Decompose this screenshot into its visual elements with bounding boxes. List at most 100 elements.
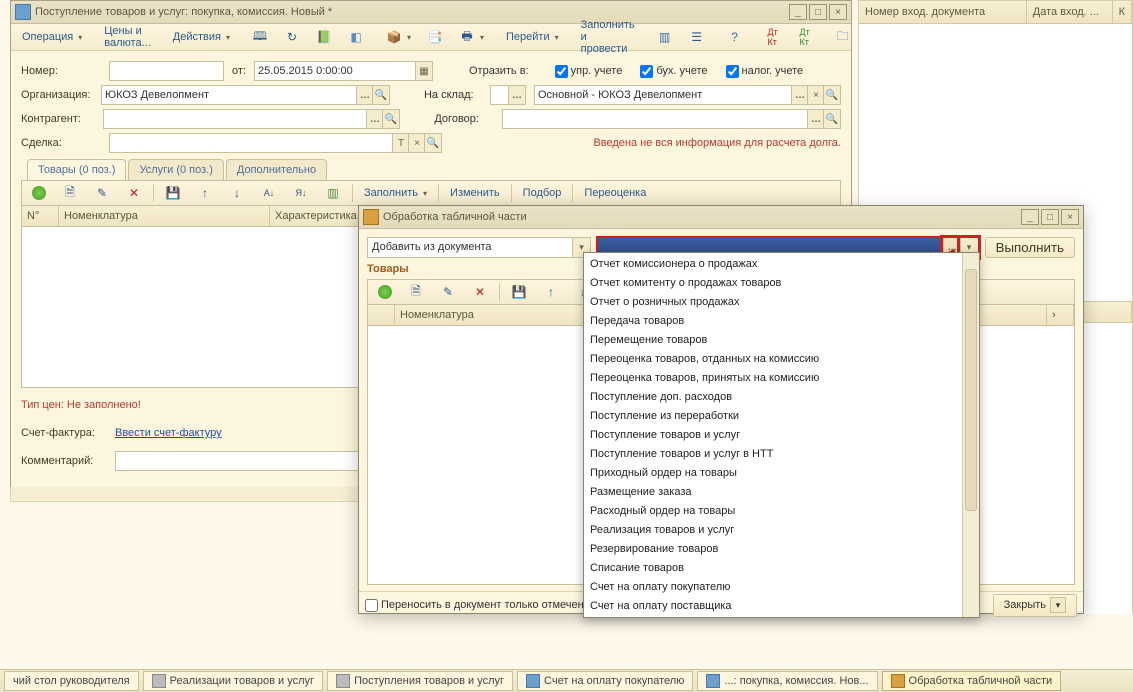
edit-row-icon[interactable]: ✎ — [87, 182, 117, 204]
move-down-icon[interactable]: ↓ — [222, 182, 252, 204]
execute-button[interactable]: Выполнить — [985, 237, 1075, 258]
help-icon[interactable]: ? — [720, 26, 750, 48]
mgmt-checkbox[interactable]: упр. учете — [555, 65, 623, 78]
dropdown-item[interactable]: Поступление доп. расходов — [584, 387, 979, 406]
dropdown-item[interactable]: Перемещение товаров — [584, 330, 979, 349]
popup-edit-icon[interactable]: ✎ — [433, 281, 463, 303]
popup-minimize-button[interactable]: _ — [1021, 209, 1039, 225]
dropdown-item[interactable]: Расходный ордер на товары — [584, 501, 979, 520]
dropdown-item[interactable]: Резервирование товаров — [584, 539, 979, 558]
dt-kt-green-icon[interactable]: ДтКт — [790, 26, 820, 48]
warehouse-select-icon[interactable]: … — [791, 86, 808, 104]
warehouse-picker[interactable]: … — [490, 85, 526, 105]
dropdown-item[interactable]: Отчет о розничных продажах — [584, 292, 979, 311]
deal-open-icon[interactable]: 🔍 — [424, 134, 441, 152]
movements-icon[interactable]: 📑 — [420, 26, 450, 48]
based-on-icon[interactable]: 📦 — [379, 26, 418, 48]
dropdown-item[interactable]: Списание товаров — [584, 558, 979, 577]
add-row-icon[interactable] — [25, 182, 53, 204]
fill-and-post-button[interactable]: Заполнить и провести — [574, 26, 642, 48]
popup-close-button[interactable]: × — [1061, 209, 1079, 225]
dropdown-item[interactable]: Отчет комиссионера о продажах — [584, 254, 979, 273]
dropdown-item[interactable]: Размещение заказа — [584, 482, 979, 501]
dropdown-item[interactable]: Переоценка товаров, принятых на комиссию — [584, 368, 979, 387]
popup-close-action[interactable]: Закрыть ▾ — [993, 594, 1077, 617]
scan-icon[interactable]: ▥ — [318, 182, 348, 204]
document-type-dropdown[interactable]: Отчет комиссионера о продажахОтчет комит… — [583, 252, 980, 618]
popup-col-check[interactable] — [368, 305, 395, 325]
col-num[interactable]: N° — [22, 206, 59, 226]
dropdown-item[interactable]: Поступление из переработки — [584, 406, 979, 425]
right-col-date[interactable]: Дата вход. ... — [1027, 1, 1113, 23]
repost-icon[interactable]: ↻ — [277, 26, 307, 48]
dropdown-item[interactable]: Счет на оплату покупателю — [584, 577, 979, 596]
print-icon[interactable]: 🖶 — [452, 26, 491, 48]
fill-menu[interactable]: Заполнить — [357, 182, 434, 204]
warehouse-open-icon[interactable]: 🔍 — [823, 86, 840, 104]
right-col-k[interactable]: К — [1113, 1, 1132, 23]
move-up-icon[interactable]: ↑ — [190, 182, 220, 204]
maximize-button[interactable]: □ — [809, 4, 827, 20]
dt-kt-red-icon[interactable]: ДтКт — [758, 26, 788, 48]
post-icon[interactable]: 🕮 — [245, 26, 275, 48]
dropdown-item[interactable]: Отчет комитенту о продажах товаров — [584, 273, 979, 292]
org-select-icon[interactable]: … — [356, 86, 373, 104]
task-item-popup[interactable]: Обработка табличной части — [882, 671, 1062, 691]
popup-col-end[interactable]: › — [1047, 305, 1074, 325]
goto-menu[interactable]: Перейти — [499, 26, 566, 48]
dropdown-item[interactable]: Чек ККМ — [584, 615, 979, 618]
dropdown-item[interactable]: Поступление товаров и услуг — [584, 425, 979, 444]
contractor-open-icon[interactable]: 🔍 — [382, 110, 399, 128]
tab-extra[interactable]: Дополнительно — [226, 159, 327, 180]
popup-save-icon[interactable]: 💾 — [504, 281, 534, 303]
struct-icon[interactable]: ◧ — [341, 26, 371, 48]
org-open-icon[interactable]: 🔍 — [372, 86, 389, 104]
contract-input[interactable]: … 🔍 — [502, 109, 841, 129]
col-nomen[interactable]: Номенклатура — [59, 206, 270, 226]
tax-checkbox[interactable]: налог. учете — [726, 65, 804, 78]
warehouse-dots-icon[interactable]: … — [508, 86, 525, 104]
calendar-icon[interactable]: ▦ — [415, 62, 432, 80]
right-col-docnum[interactable]: Номер вход. документа — [859, 1, 1027, 23]
close-button[interactable]: × — [829, 4, 847, 20]
save-rows-icon[interactable]: 💾 — [158, 182, 188, 204]
popup-maximize-button[interactable]: □ — [1041, 209, 1059, 225]
deal-clear-icon[interactable]: × — [408, 134, 425, 152]
dropdown-item[interactable]: Приходный ордер на товары — [584, 463, 979, 482]
tab-services[interactable]: Услуги (0 поз.) — [128, 159, 223, 180]
operation-menu[interactable]: Операция — [15, 26, 89, 48]
transfer-checkbox[interactable]: Переносить в документ только отмечен — [365, 599, 584, 612]
delete-row-icon[interactable]: ✕ — [119, 182, 149, 204]
task-item-postup[interactable]: Поступления товаров и услуг — [327, 671, 513, 691]
org-input[interactable]: ЮКОЗ Девелопмент … 🔍 — [101, 85, 390, 105]
sort-desc-icon[interactable]: Я↓ — [286, 182, 316, 204]
task-item-realiz[interactable]: Реализации товаров и услуг — [143, 671, 323, 691]
contract-select-icon[interactable]: … — [807, 110, 824, 128]
files-icon[interactable]: 🗀 — [828, 26, 858, 48]
actions-menu[interactable]: Действия — [166, 26, 237, 48]
prices-currency-button[interactable]: Цены и валюта... — [97, 26, 157, 48]
dropdown-item[interactable]: Реализация товаров и услуг — [584, 520, 979, 539]
dropdown-scrollbar[interactable] — [962, 253, 979, 617]
change-button[interactable]: Изменить — [443, 182, 507, 204]
task-item-desk[interactable]: чий стол руководителя — [4, 671, 139, 691]
minimize-button[interactable]: _ — [789, 4, 807, 20]
date-input[interactable]: 25.05.2015 0:00:00 ▦ — [254, 61, 433, 81]
warehouse-clear-icon[interactable]: × — [807, 86, 824, 104]
record-icon[interactable]: 📗 — [309, 26, 339, 48]
barcode-icon[interactable]: ▥ — [650, 26, 680, 48]
dropdown-item[interactable]: Переоценка товаров, отданных на комиссию — [584, 349, 979, 368]
copy-row-icon[interactable]: 🗎 — [55, 182, 85, 204]
task-item-current[interactable]: ...: покупка, комиссия. Нов... — [697, 671, 877, 691]
dropdown-item[interactable]: Передача товаров — [584, 311, 979, 330]
revalue-button[interactable]: Переоценка — [577, 182, 653, 204]
contractor-input[interactable]: … 🔍 — [103, 109, 400, 129]
dropdown-item[interactable]: Счет на оплату поставщика — [584, 596, 979, 615]
select-button[interactable]: Подбор — [516, 182, 569, 204]
acc-checkbox[interactable]: бух. учете — [640, 65, 707, 78]
popup-copy-icon[interactable]: 🗎 — [401, 281, 431, 303]
popup-up-icon[interactable]: ↑ — [536, 281, 566, 303]
action-select[interactable]: Добавить из документа ▾ — [367, 237, 591, 258]
number-input[interactable] — [109, 61, 224, 81]
contract-open-icon[interactable]: 🔍 — [823, 110, 840, 128]
